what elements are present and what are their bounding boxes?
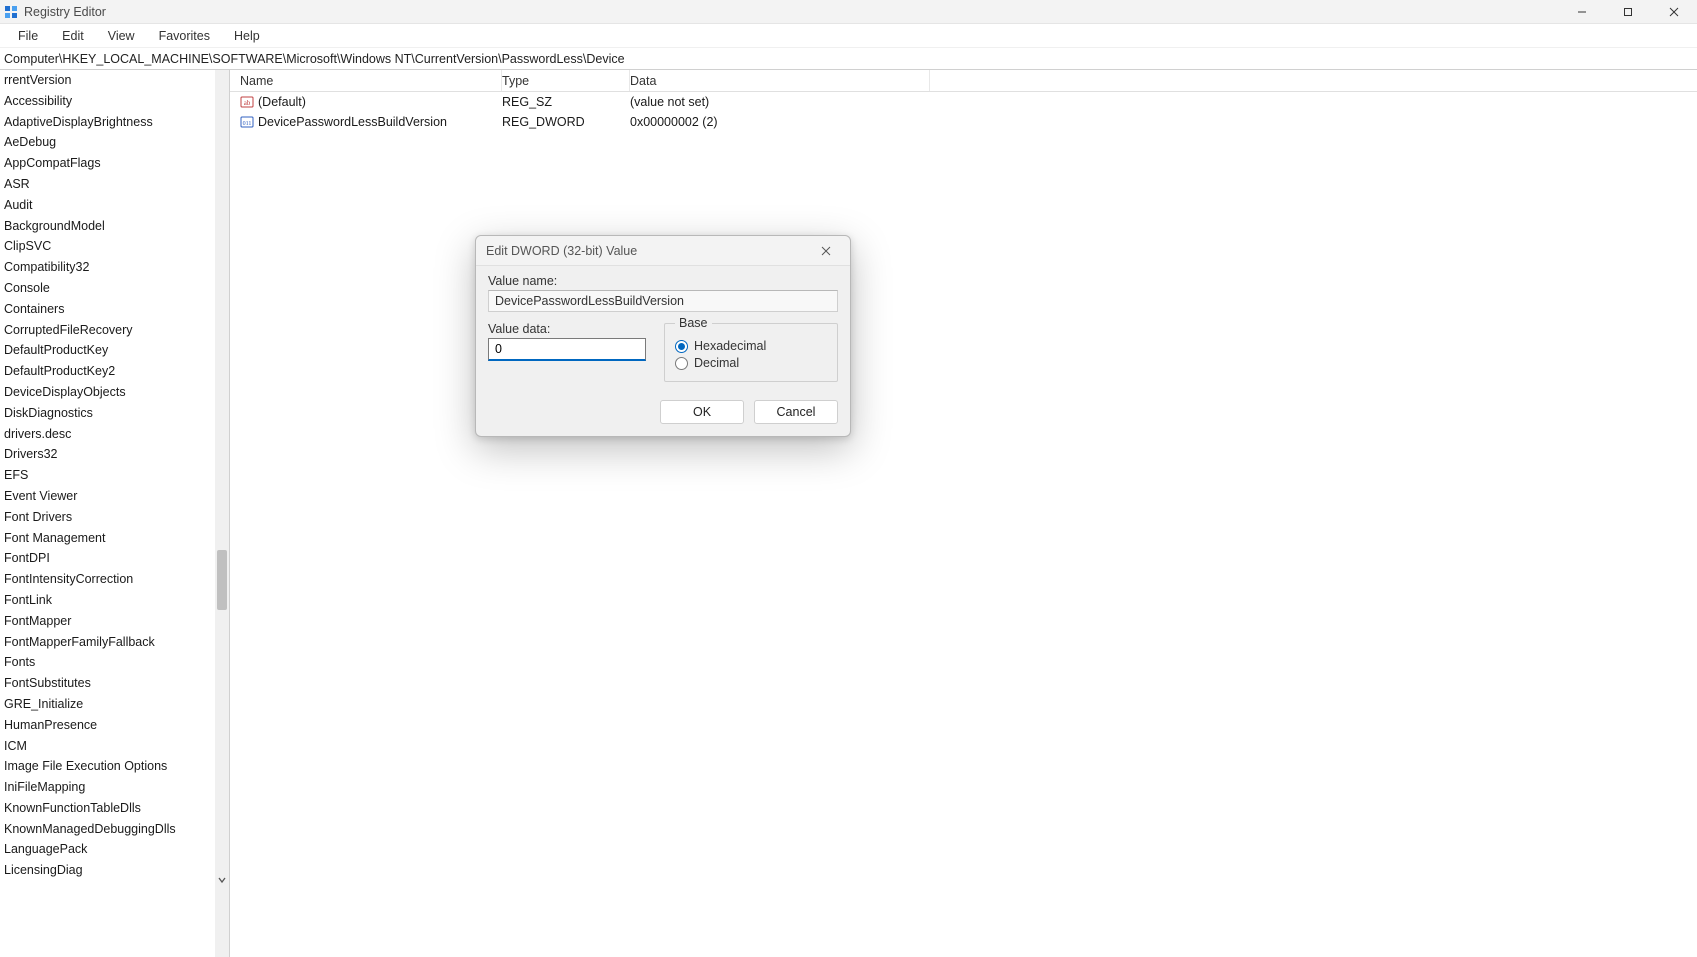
- tree-item[interactable]: AeDebug: [2, 132, 229, 153]
- key-tree[interactable]: rrentVersionAccessibilityAdaptiveDisplay…: [0, 70, 230, 957]
- column-header-type[interactable]: Type: [502, 70, 630, 91]
- tree-item[interactable]: Audit: [2, 195, 229, 216]
- base-legend: Base: [675, 316, 712, 330]
- address-bar[interactable]: Computer\HKEY_LOCAL_MACHINE\SOFTWARE\Mic…: [0, 48, 1697, 70]
- minimize-button[interactable]: [1559, 0, 1605, 24]
- menubar: File Edit View Favorites Help: [0, 24, 1697, 48]
- value-data: 0x00000002 (2): [630, 115, 930, 129]
- titlebar: Registry Editor: [0, 0, 1697, 24]
- value-name-label: Value name:: [488, 274, 838, 288]
- value-type: REG_DWORD: [502, 115, 630, 129]
- maximize-button[interactable]: [1605, 0, 1651, 24]
- tree-item[interactable]: AppCompatFlags: [2, 153, 229, 174]
- tree-item[interactable]: KnownFunctionTableDlls: [2, 798, 229, 819]
- svg-text:ab: ab: [244, 99, 251, 107]
- edit-dword-dialog: Edit DWORD (32-bit) Value Value name: Va…: [475, 235, 851, 437]
- tree-item[interactable]: FontDPI: [2, 548, 229, 569]
- window-controls: [1559, 0, 1697, 24]
- tree-item[interactable]: Fonts: [2, 652, 229, 673]
- radio-hexadecimal[interactable]: Hexadecimal: [675, 339, 827, 353]
- tree-scrollbar[interactable]: [215, 70, 229, 957]
- list-row[interactable]: ab (Default) REG_SZ(value not set): [230, 92, 1697, 112]
- column-header-name[interactable]: Name: [230, 70, 502, 91]
- registry-editor-icon: [4, 5, 18, 19]
- list-row[interactable]: 011 DevicePasswordLessBuildVersion REG_DWO…: [230, 112, 1697, 132]
- tree-item[interactable]: Font Drivers: [2, 507, 229, 528]
- menu-edit[interactable]: Edit: [50, 25, 96, 47]
- tree-item[interactable]: DiskDiagnostics: [2, 403, 229, 424]
- tree-item[interactable]: Event Viewer: [2, 486, 229, 507]
- tree-item[interactable]: drivers.desc: [2, 424, 229, 445]
- radio-dec-indicator: [675, 357, 688, 370]
- cancel-button[interactable]: Cancel: [754, 400, 838, 424]
- menu-file[interactable]: File: [6, 25, 50, 47]
- tree-item[interactable]: Containers: [2, 299, 229, 320]
- tree-item[interactable]: GRE_Initialize: [2, 694, 229, 715]
- svg-text:011: 011: [243, 121, 252, 127]
- tree-item[interactable]: KnownManagedDebuggingDlls: [2, 819, 229, 840]
- tree-item[interactable]: DefaultProductKey: [2, 340, 229, 361]
- tree-item[interactable]: ClipSVC: [2, 236, 229, 257]
- tree-item[interactable]: FontSubstitutes: [2, 673, 229, 694]
- tree-item[interactable]: ASR: [2, 174, 229, 195]
- tree-item[interactable]: CorruptedFileRecovery: [2, 320, 229, 341]
- tree-item[interactable]: HumanPresence: [2, 715, 229, 736]
- tree-item[interactable]: EFS: [2, 465, 229, 486]
- value-data-label: Value data:: [488, 322, 646, 336]
- radio-hex-label: Hexadecimal: [694, 339, 766, 353]
- dialog-close-button[interactable]: [812, 237, 840, 265]
- dialog-titlebar[interactable]: Edit DWORD (32-bit) Value: [476, 236, 850, 266]
- close-button[interactable]: [1651, 0, 1697, 24]
- list-header: Name Type Data: [230, 70, 1697, 92]
- radio-decimal[interactable]: Decimal: [675, 356, 827, 370]
- menu-view[interactable]: View: [96, 25, 147, 47]
- base-fieldset: Base Hexadecimal Decimal: [664, 316, 838, 382]
- scrollbar-down-arrow[interactable]: [215, 873, 229, 887]
- dialog-body: Value name: Value data: Base Hexadecimal…: [476, 266, 850, 436]
- dialog-title-text: Edit DWORD (32-bit) Value: [486, 244, 637, 258]
- scrollbar-thumb[interactable]: [217, 550, 227, 610]
- value-name: (Default): [258, 95, 306, 109]
- radio-dec-label: Decimal: [694, 356, 739, 370]
- tree-item[interactable]: ICM: [2, 736, 229, 757]
- tree-item[interactable]: Font Management: [2, 528, 229, 549]
- tree-item[interactable]: LanguagePack: [2, 839, 229, 860]
- string-value-icon: ab: [240, 95, 254, 109]
- value-data: (value not set): [630, 95, 930, 109]
- value-name: DevicePasswordLessBuildVersion: [258, 115, 447, 129]
- tree-item[interactable]: Console: [2, 278, 229, 299]
- binary-value-icon: 011: [240, 115, 254, 129]
- value-list: Name Type Data ab (Default) REG_SZ(value n…: [230, 70, 1697, 957]
- tree-item[interactable]: FontLink: [2, 590, 229, 611]
- address-path: Computer\HKEY_LOCAL_MACHINE\SOFTWARE\Mic…: [4, 52, 625, 66]
- value-type: REG_SZ: [502, 95, 630, 109]
- app-title: Registry Editor: [24, 5, 106, 19]
- tree-item[interactable]: Drivers32: [2, 444, 229, 465]
- ok-button[interactable]: OK: [660, 400, 744, 424]
- tree-item[interactable]: BackgroundModel: [2, 216, 229, 237]
- tree-item[interactable]: FontIntensityCorrection: [2, 569, 229, 590]
- value-name-field[interactable]: [488, 290, 838, 312]
- tree-item[interactable]: Image File Execution Options: [2, 756, 229, 777]
- menu-favorites[interactable]: Favorites: [147, 25, 222, 47]
- value-data-field[interactable]: [488, 338, 646, 361]
- main-split: rrentVersionAccessibilityAdaptiveDisplay…: [0, 70, 1697, 957]
- tree-item[interactable]: Accessibility: [2, 91, 229, 112]
- radio-hex-indicator: [675, 340, 688, 353]
- tree-item[interactable]: AdaptiveDisplayBrightness: [2, 112, 229, 133]
- tree-item[interactable]: LicensingDiag: [2, 860, 229, 881]
- tree-item[interactable]: FontMapperFamilyFallback: [2, 632, 229, 653]
- menu-help[interactable]: Help: [222, 25, 272, 47]
- tree-item[interactable]: DefaultProductKey2: [2, 361, 229, 382]
- tree-item[interactable]: rrentVersion: [2, 70, 229, 91]
- tree-item[interactable]: DeviceDisplayObjects: [2, 382, 229, 403]
- tree-item[interactable]: IniFileMapping: [2, 777, 229, 798]
- tree-item[interactable]: Compatibility32: [2, 257, 229, 278]
- tree-item[interactable]: FontMapper: [2, 611, 229, 632]
- column-header-data[interactable]: Data: [630, 70, 930, 91]
